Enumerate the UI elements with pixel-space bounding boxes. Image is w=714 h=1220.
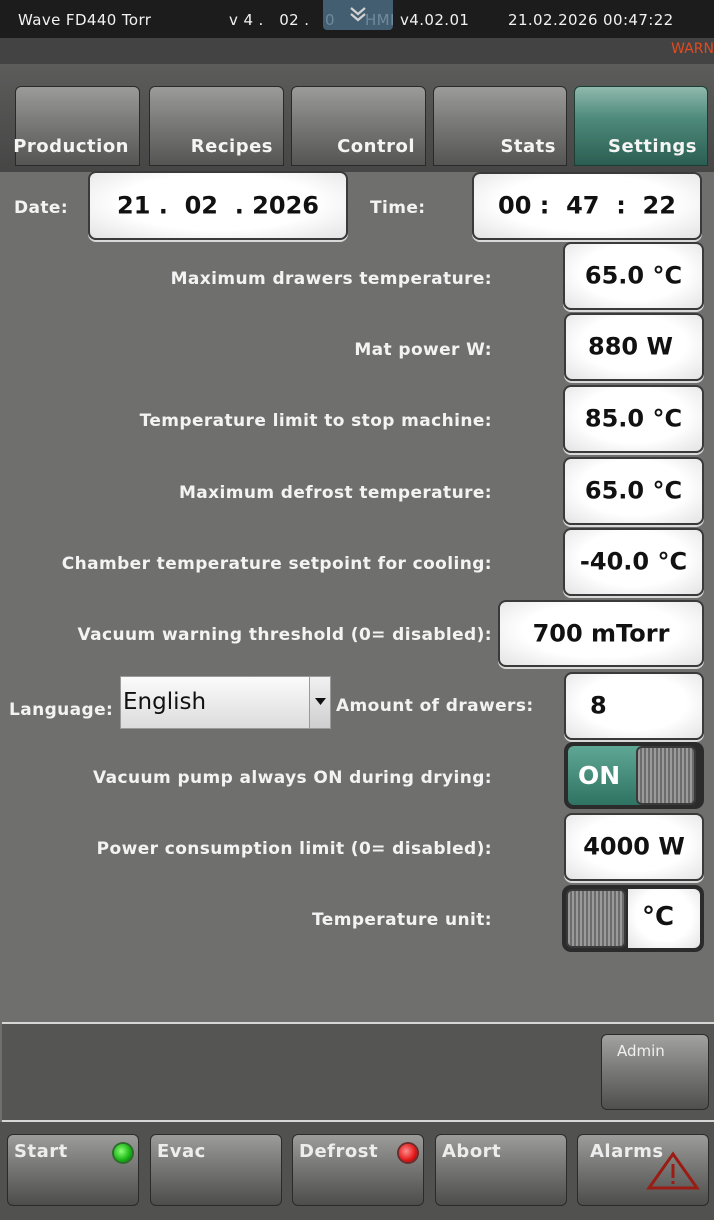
vacuum-warning-label: Vacuum warning threshold (0= disabled):	[77, 625, 492, 645]
max-defrost-temp-value: 65.0 °C	[584, 476, 683, 505]
dropdown-toggle-button[interactable]	[323, 0, 393, 30]
temp-limit-stop-value: 85.0 °C	[584, 404, 683, 433]
max-drawers-temp-field[interactable]: 65.0 °C	[563, 242, 704, 310]
tab-label: Settings	[608, 136, 697, 157]
tab-label: Control	[337, 136, 415, 157]
defrost-label: Defrost	[299, 1141, 379, 1162]
date-value: 21 . 02 . 2026	[117, 190, 319, 219]
temp-limit-stop-field[interactable]: 85.0 °C	[563, 385, 704, 453]
max-drawers-temp-label: Maximum drawers temperature:	[170, 269, 492, 289]
time-value: 00 : 47 : 22	[498, 191, 676, 220]
tab-strip: Production Recipes Control Stats Setting…	[0, 64, 714, 172]
tab-recipes[interactable]: Recipes	[149, 86, 284, 166]
chamber-setpoint-value: -40.0 °C	[579, 547, 688, 576]
toggle-knob[interactable]	[566, 889, 626, 948]
max-drawers-temp-value: 65.0 °C	[584, 261, 683, 290]
date-field[interactable]: 21 . 02 . 2026	[88, 171, 348, 240]
toggle-knob[interactable]	[636, 746, 696, 805]
dropdown-arrow-icon	[315, 698, 326, 705]
start-label: Start	[14, 1141, 68, 1162]
power-limit-field[interactable]: 4000 W	[564, 813, 704, 881]
amount-drawers-label: Amount of drawers:	[336, 696, 534, 716]
language-dropdown-button[interactable]	[309, 677, 330, 728]
max-defrost-temp-label: Maximum defrost temperature:	[178, 483, 492, 503]
mat-power-value: 880 W	[588, 332, 673, 361]
chevron-double-down-icon	[350, 7, 366, 22]
version-fragment: v 4 . 02 . 0	[229, 11, 335, 29]
toggle-on-label: ON	[578, 761, 621, 790]
defrost-button[interactable]: Defrost	[292, 1134, 424, 1206]
temp-unit-value: °C	[642, 902, 675, 932]
date-label: Date:	[14, 198, 69, 218]
start-button[interactable]: Start	[7, 1134, 139, 1206]
warning-triangle-icon	[646, 1151, 700, 1190]
tab-stats[interactable]: Stats	[433, 86, 567, 166]
app-name: Wave FD440 Torr	[18, 11, 152, 29]
power-limit-value: 4000 W	[583, 832, 685, 861]
vacuum-pump-label: Vacuum pump always ON during drying:	[93, 768, 492, 788]
max-defrost-temp-field[interactable]: 65.0 °C	[563, 457, 704, 525]
language-label: Language:	[9, 700, 114, 720]
admin-label: Admin	[617, 1042, 665, 1060]
language-value: English	[123, 689, 207, 715]
chamber-setpoint-field[interactable]: -40.0 °C	[563, 528, 704, 596]
amount-drawers-field[interactable]: 8	[564, 672, 704, 740]
evac-label: Evac	[157, 1141, 206, 1162]
vacuum-pump-toggle[interactable]: ON	[564, 742, 704, 809]
temp-limit-stop-label: Temperature limit to stop machine:	[139, 411, 492, 431]
temp-unit-indicator: °C	[628, 889, 700, 948]
abort-label: Abort	[442, 1141, 502, 1162]
abort-button[interactable]: Abort	[435, 1134, 567, 1206]
power-limit-label: Power consumption limit (0= disabled):	[96, 839, 492, 859]
green-led-icon	[114, 1144, 132, 1162]
tab-settings[interactable]: Settings	[574, 86, 708, 166]
vacuum-warning-value: 700 mTorr	[532, 618, 670, 647]
time-field[interactable]: 00 : 47 : 22	[472, 172, 702, 240]
evac-button[interactable]: Evac	[150, 1134, 282, 1206]
tab-label: Recipes	[190, 136, 273, 157]
mat-power-field[interactable]: 880 W	[564, 313, 704, 381]
amount-drawers-value: 8	[590, 691, 607, 720]
chamber-setpoint-label: Chamber temperature setpoint for cooling…	[61, 554, 492, 574]
alarms-button[interactable]: Alarms	[577, 1134, 709, 1206]
vacuum-warning-field[interactable]: 700 mTorr	[498, 600, 704, 667]
tab-label: Stats	[500, 136, 556, 157]
warning-text: WARN	[671, 41, 714, 57]
language-select[interactable]: English	[120, 676, 331, 729]
mat-power-label: Mat power W:	[354, 340, 492, 360]
red-led-icon	[399, 1144, 417, 1162]
tab-label: Production	[13, 136, 129, 157]
temp-unit-toggle[interactable]: °C	[562, 885, 704, 952]
title-bar: Wave FD440 Torr v 4 . 02 . 0 HMI v4.02.0…	[0, 0, 714, 38]
tab-control[interactable]: Control	[291, 86, 426, 166]
admin-button[interactable]: Admin	[601, 1034, 709, 1110]
title-datetime: 21.02.2026 00:47:22	[508, 11, 674, 29]
temp-unit-label: Temperature unit:	[312, 910, 492, 930]
alert-bar: WARN	[0, 38, 714, 64]
time-label: Time:	[370, 198, 426, 218]
tab-production[interactable]: Production	[13, 86, 140, 166]
